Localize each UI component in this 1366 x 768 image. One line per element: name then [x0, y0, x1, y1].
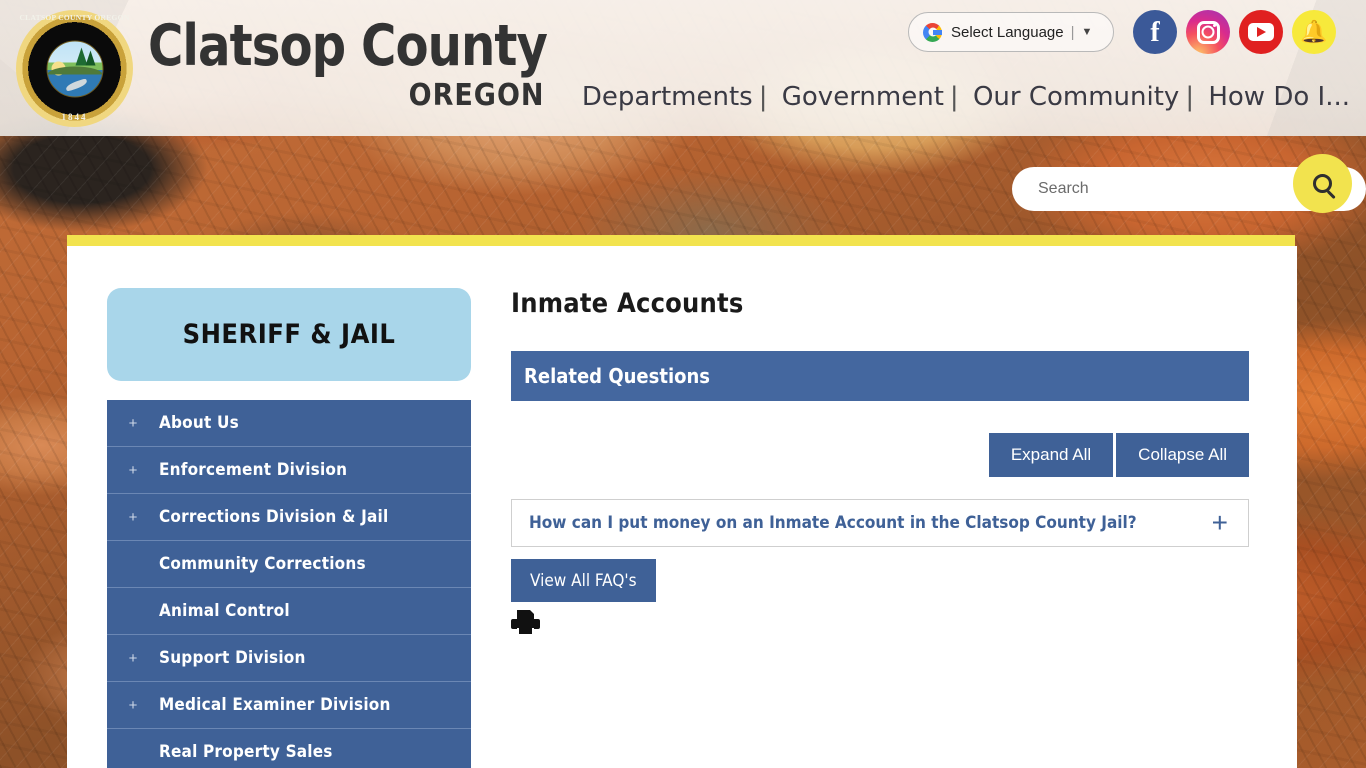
- sidebar-item-label: Corrections Division & Jail: [159, 507, 389, 527]
- site-title-line2: OREGON: [408, 78, 545, 113]
- notify-me-bell-icon[interactable]: 🔔: [1292, 10, 1336, 54]
- print-row: [511, 610, 1249, 636]
- related-questions-title: Related Questions: [524, 364, 710, 388]
- sidebar-item-label: Community Corrections: [159, 554, 366, 574]
- google-icon: [923, 22, 942, 42]
- expand-plus-icon[interactable]: +: [107, 509, 159, 526]
- printer-paper-top: [517, 610, 534, 619]
- facebook-glyph: f: [1150, 17, 1160, 48]
- search-icon: [1313, 174, 1332, 193]
- bell-glyph: 🔔: [1300, 19, 1328, 44]
- printer-icon[interactable]: [511, 610, 540, 636]
- nav-item-our-community[interactable]: Our Community: [973, 82, 1179, 112]
- county-seal-logo[interactable]: CLATSOP COUNTY OREGON 1844: [16, 10, 133, 127]
- site-title-line1: Clatsop County: [148, 13, 548, 79]
- sidebar-item-medical-examiner-division[interactable]: + Medical Examiner Division: [107, 682, 471, 729]
- main-navigation: Departments | Government | Our Community | …: [582, 82, 1350, 112]
- sidebar-item-label: About Us: [159, 413, 239, 433]
- sidebar-item-support-division[interactable]: + Support Division: [107, 635, 471, 682]
- language-selector-divider: |: [1070, 23, 1075, 41]
- page-title: Inmate Accounts: [511, 288, 744, 319]
- faq-item[interactable]: How can I put money on an Inmate Account…: [511, 499, 1249, 547]
- expand-all-button[interactable]: Expand All: [988, 433, 1114, 477]
- chevron-down-icon: ▼: [1081, 26, 1093, 38]
- sidebar-item-about-us[interactable]: + About Us: [107, 400, 471, 447]
- sidebar-item-community-corrections[interactable]: Community Corrections: [107, 541, 471, 588]
- nav-separator: |: [1185, 82, 1195, 112]
- nav-item-departments[interactable]: Departments: [582, 82, 753, 112]
- sidebar: SHERIFF & JAIL + About Us + Enforcement …: [107, 288, 471, 768]
- expand-plus-icon[interactable]: +: [107, 697, 159, 714]
- sidebar-item-label: Enforcement Division: [159, 460, 348, 480]
- sidebar-item-real-property-sales[interactable]: Real Property Sales: [107, 729, 471, 768]
- nav-item-how-do-i[interactable]: How Do I...: [1208, 82, 1350, 112]
- content-panel: SHERIFF & JAIL + About Us + Enforcement …: [67, 246, 1297, 768]
- site-title[interactable]: Clatsop County OREGON: [148, 18, 572, 111]
- expand-plus-icon[interactable]: +: [107, 415, 159, 432]
- search-button[interactable]: [1293, 154, 1352, 213]
- language-selector-label: Select Language: [951, 23, 1064, 41]
- collapse-all-button[interactable]: Collapse All: [1116, 433, 1249, 477]
- accent-bar: [67, 235, 1295, 246]
- sidebar-item-corrections-division-jail[interactable]: + Corrections Division & Jail: [107, 494, 471, 541]
- sidebar-item-enforcement-division[interactable]: + Enforcement Division: [107, 447, 471, 494]
- seal-top-text: CLATSOP COUNTY OREGON: [19, 13, 130, 22]
- youtube-glyph: [1248, 23, 1274, 41]
- expand-plus-icon[interactable]: +: [107, 462, 159, 479]
- sidebar-item-label: Medical Examiner Division: [159, 695, 391, 715]
- faq-controls: Expand All Collapse All: [511, 433, 1249, 477]
- main-content: Inmate Accounts Related Questions Expand…: [511, 288, 1249, 636]
- search-area: [1012, 154, 1366, 213]
- instagram-glyph: [1196, 20, 1220, 44]
- nav-item-government[interactable]: Government: [782, 82, 944, 112]
- sidebar-item-label: Real Property Sales: [159, 742, 333, 762]
- nav-separator: |: [949, 82, 959, 112]
- seal-hill-shape: [47, 66, 102, 74]
- expand-plus-icon[interactable]: +: [107, 650, 159, 667]
- sidebar-nav-list: + About Us + Enforcement Division + Corr…: [107, 400, 471, 768]
- seal-year-text: 1844: [61, 112, 88, 122]
- faq-question: How can I put money on an Inmate Account…: [529, 513, 1137, 533]
- sidebar-item-animal-control[interactable]: Animal Control: [107, 588, 471, 635]
- expand-plus-icon[interactable]: +: [1212, 509, 1228, 537]
- printer-paper-out: [517, 628, 534, 636]
- youtube-icon[interactable]: [1239, 10, 1283, 54]
- sidebar-item-label: Support Division: [159, 648, 306, 668]
- instagram-icon[interactable]: [1186, 10, 1230, 54]
- related-questions-header: Related Questions: [511, 351, 1249, 401]
- department-title: SHERIFF & JAIL: [182, 319, 396, 350]
- sidebar-item-label: Animal Control: [159, 601, 290, 621]
- seal-tree-icon: [85, 50, 95, 65]
- nav-separator: |: [758, 82, 768, 112]
- seal-illustration: [46, 40, 103, 97]
- facebook-icon[interactable]: f: [1133, 10, 1177, 54]
- view-all-faqs-button[interactable]: View All FAQ's: [511, 559, 656, 602]
- language-selector[interactable]: Select Language | ▼: [908, 12, 1114, 52]
- department-banner: SHERIFF & JAIL: [107, 288, 471, 381]
- seal-fish-icon: [64, 77, 88, 92]
